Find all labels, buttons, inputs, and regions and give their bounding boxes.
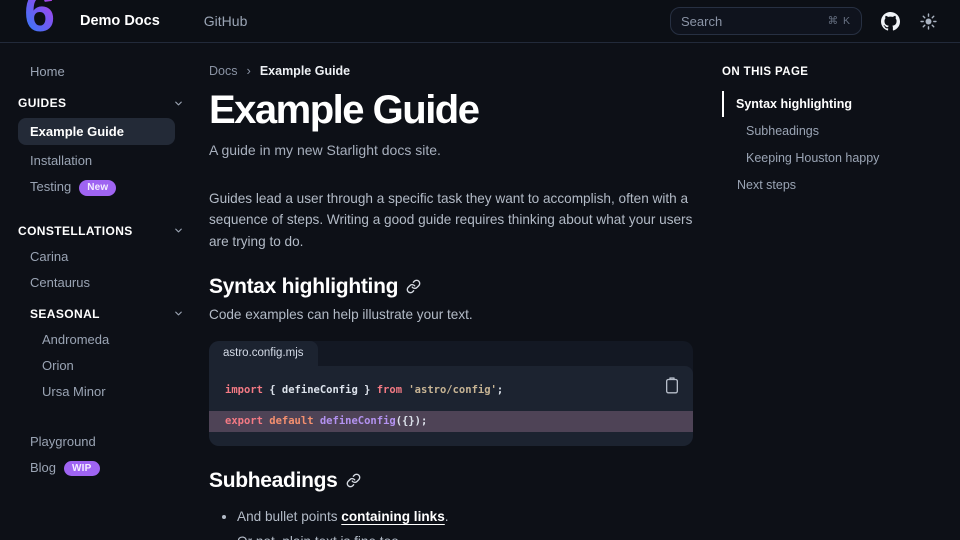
sidebar-item-andromeda[interactable]: Andromeda xyxy=(18,327,196,352)
heading-syntax-highlighting: Syntax highlighting xyxy=(209,275,703,299)
sidebar-item-testing[interactable]: TestingNew xyxy=(18,174,196,201)
sidebar-item-orion[interactable]: Orion xyxy=(18,353,196,378)
page-title: Example Guide xyxy=(209,88,703,133)
heading-subheadings: Subheadings xyxy=(209,469,703,493)
code-panel: import { defineConfig } from 'astro/conf… xyxy=(209,366,693,446)
sidebar-item-playground[interactable]: Playground xyxy=(18,429,196,454)
search-input-wrapper[interactable]: ⌘ K xyxy=(670,7,862,35)
chevron-down-icon xyxy=(173,308,184,319)
sidebar-item-example-guide[interactable]: Example Guide xyxy=(18,118,175,145)
sidebar-item-blog[interactable]: BlogWIP xyxy=(18,455,196,482)
site-logo[interactable]: 6 xyxy=(22,0,70,43)
theme-toggle-sun-icon[interactable] xyxy=(918,11,938,31)
list-item: Or not, plain text is fine too. xyxy=(237,534,703,540)
copy-code-button[interactable] xyxy=(664,376,680,395)
toc-item-syntax-highlighting[interactable]: Syntax highlighting xyxy=(722,91,947,117)
page-subtitle: A guide in my new Starlight docs site. xyxy=(209,142,703,158)
site-header: 6 Demo Docs GitHub ⌘ K xyxy=(0,0,960,43)
sidebar-nav: Home GUIDES Example Guide Installation T… xyxy=(0,43,196,482)
code-line-1: import { defineConfig } from 'astro/conf… xyxy=(209,382,693,398)
nav-github-link[interactable]: GitHub xyxy=(204,13,248,29)
sidebar-item-home[interactable]: Home xyxy=(18,59,196,84)
new-badge: New xyxy=(79,180,116,196)
intro-paragraph: Guides lead a user through a specific ta… xyxy=(209,188,703,252)
list-item: And bullet points containing links. xyxy=(237,509,703,524)
containing-links-link[interactable]: containing links xyxy=(341,509,444,524)
site-title-link[interactable]: Demo Docs xyxy=(80,13,160,29)
main-content: Docs › Example Guide Example Guide A gui… xyxy=(209,43,703,540)
wip-badge: WIP xyxy=(64,461,100,477)
chevron-down-icon xyxy=(173,225,184,236)
search-input[interactable] xyxy=(681,14,801,29)
sidebar-spacer xyxy=(18,405,196,429)
logo-glyph: 6 xyxy=(24,0,55,40)
sidebar-item-centaurus[interactable]: Centaurus xyxy=(18,270,196,295)
toc-title: ON THIS PAGE xyxy=(722,66,947,78)
on-this-page-toc: ON THIS PAGE Syntax highlighting Subhead… xyxy=(722,43,947,199)
toc-item-next-steps[interactable]: Next steps xyxy=(722,172,947,198)
toc-item-subheadings[interactable]: Subheadings xyxy=(722,118,947,144)
github-icon[interactable] xyxy=(880,11,900,31)
toc-list: Syntax highlighting Subheadings Keeping … xyxy=(722,91,947,198)
sidebar-group-constellations[interactable]: CONSTELLATIONS xyxy=(18,218,196,244)
breadcrumb-current: Example Guide xyxy=(260,64,350,78)
anchor-link-icon[interactable] xyxy=(406,279,421,294)
chevron-down-icon xyxy=(173,98,184,109)
breadcrumb-separator: › xyxy=(246,63,250,78)
code-tab-row: astro.config.mjs xyxy=(209,341,693,366)
code-block: astro.config.mjs import { defineConfig }… xyxy=(209,341,693,446)
anchor-link-icon[interactable] xyxy=(346,473,361,488)
sidebar-item-ursa-minor[interactable]: Ursa Minor xyxy=(18,379,196,404)
toc-item-keeping-houston-happy[interactable]: Keeping Houston happy xyxy=(722,145,947,171)
breadcrumb-docs-link[interactable]: Docs xyxy=(209,64,237,78)
code-tab-filename: astro.config.mjs xyxy=(209,341,318,366)
syntax-section-lead: Code examples can help illustrate your t… xyxy=(209,307,703,322)
page: 6 Demo Docs GitHub ⌘ K xyxy=(0,0,960,540)
sidebar-spacer xyxy=(18,202,196,212)
sidebar-item-installation[interactable]: Installation xyxy=(18,148,196,173)
sidebar-item-carina[interactable]: Carina xyxy=(18,244,196,269)
breadcrumb: Docs › Example Guide xyxy=(209,63,703,78)
bullet-list: And bullet points containing links. Or n… xyxy=(237,509,703,540)
sidebar-group-guides[interactable]: GUIDES xyxy=(18,90,196,116)
search-shortcut-kbd: ⌘ K xyxy=(828,15,851,27)
sidebar-group-seasonal[interactable]: SEASONAL xyxy=(18,301,196,327)
header-actions: ⌘ K xyxy=(670,7,938,35)
code-line-2-highlighted: export default defineConfig({}); xyxy=(209,411,693,432)
